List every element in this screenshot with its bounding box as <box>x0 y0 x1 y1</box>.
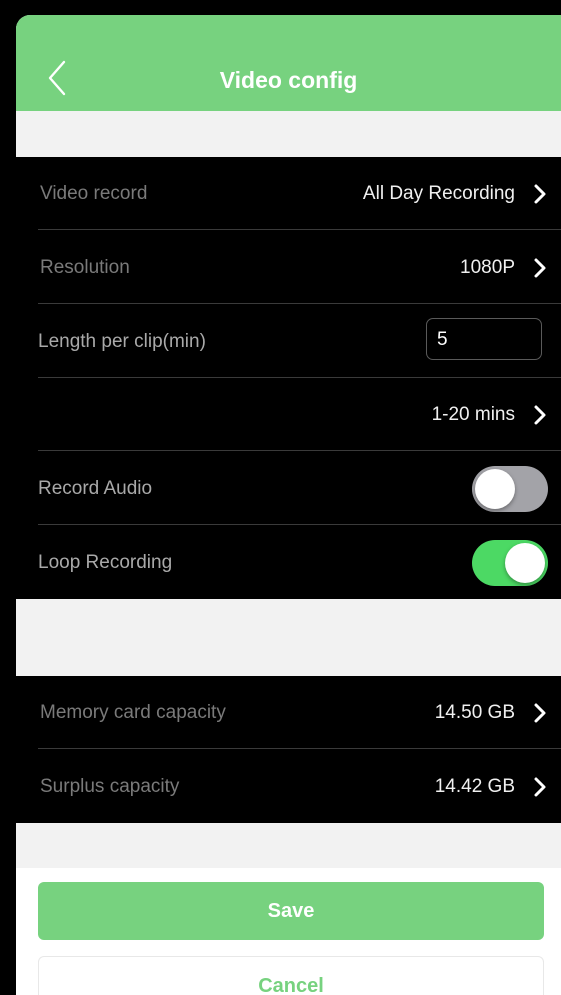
divider <box>38 229 561 230</box>
page-title: Video config <box>219 67 358 93</box>
clip-range-value: 1-20 mins <box>431 404 515 425</box>
clip-range-row[interactable]: 1-20 mins <box>16 378 561 451</box>
save-button[interactable]: Save <box>38 882 544 940</box>
section-spacer <box>16 111 561 157</box>
action-footer: Save Cancel <box>16 868 561 995</box>
loop-recording-row: Loop Recording <box>16 526 561 599</box>
recording-settings-group: Video record All Day Recording Resolutio… <box>16 157 561 599</box>
chevron-right-icon <box>534 703 546 723</box>
clip-length-input[interactable]: 5 <box>426 318 542 360</box>
toggle-knob <box>505 543 545 583</box>
resolution-label: Resolution <box>40 257 130 278</box>
clip-length-label: Length per clip(min) <box>38 331 206 352</box>
surplus-capacity-label: Surplus capacity <box>40 776 180 797</box>
video-record-label: Video record <box>40 183 148 204</box>
nav-header: Video config <box>16 15 561 111</box>
memory-card-label: Memory card capacity <box>40 702 226 723</box>
video-record-value: All Day Recording <box>362 183 515 204</box>
loop-recording-toggle[interactable] <box>472 540 548 586</box>
chevron-right-icon <box>534 258 546 278</box>
divider <box>38 524 561 525</box>
device-frame: Video config Video record All Day Record… <box>0 0 561 995</box>
section-spacer <box>16 823 561 868</box>
divider <box>38 303 561 304</box>
clip-length-row: Length per clip(min) 5 <box>16 305 561 378</box>
chevron-right-icon <box>534 405 546 425</box>
record-audio-row: Record Audio <box>16 452 561 525</box>
divider <box>38 450 561 451</box>
chevron-right-icon <box>534 777 546 797</box>
record-audio-label: Record Audio <box>38 478 153 499</box>
surplus-capacity-value: 14.42 GB <box>434 776 515 797</box>
record-audio-toggle[interactable] <box>472 466 548 512</box>
section-spacer <box>16 599 561 676</box>
chevron-right-icon <box>534 184 546 204</box>
video-record-row[interactable]: Video record All Day Recording <box>16 157 561 230</box>
video-config-screen: Video config Video record All Day Record… <box>16 15 561 995</box>
toggle-knob <box>475 469 515 509</box>
loop-recording-label: Loop Recording <box>38 552 173 573</box>
storage-group: Memory card capacity 14.50 GB Surplus ca… <box>16 676 561 823</box>
divider <box>38 748 561 749</box>
memory-card-value: 14.50 GB <box>434 702 515 723</box>
resolution-row[interactable]: Resolution 1080P <box>16 231 561 304</box>
surplus-capacity-row[interactable]: Surplus capacity 14.42 GB <box>16 750 561 823</box>
cancel-button[interactable]: Cancel <box>38 956 544 995</box>
memory-card-row[interactable]: Memory card capacity 14.50 GB <box>16 676 561 749</box>
resolution-value: 1080P <box>460 257 515 278</box>
